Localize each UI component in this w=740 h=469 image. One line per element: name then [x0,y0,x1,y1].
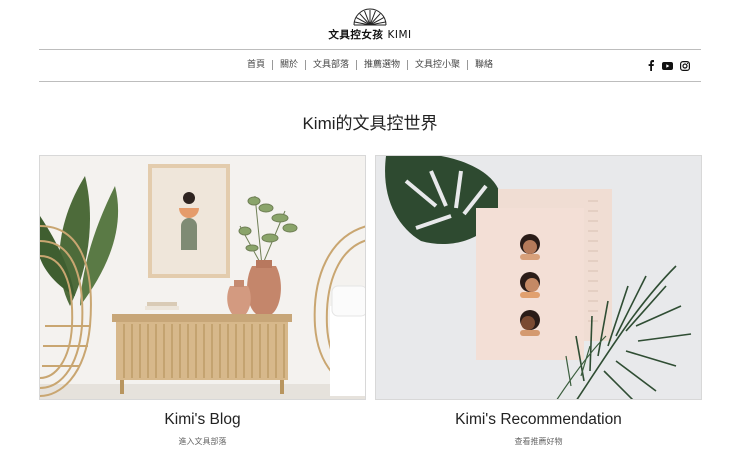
recommendation-card-link[interactable]: 查看推薦好物 [375,436,702,447]
header-divider-bottom [39,81,701,82]
nav-item-recommendations[interactable]: 推薦選物 [357,59,407,72]
page-title-latin: Kimi [302,114,336,133]
blog-card-title[interactable]: Kimi's Blog [39,411,366,429]
page-title: Kimi的文具控世界 [0,109,740,134]
blog-card-image[interactable] [39,155,366,400]
blog-card-link[interactable]: 進入文具部落 [39,436,366,447]
social-links [645,60,690,71]
main-nav: 首頁 關於 文具部落 推薦選物 文具控小聚 聯絡 [0,59,740,72]
instagram-icon[interactable] [679,60,690,71]
nav-item-contact[interactable]: 聯絡 [468,59,500,72]
site-logo[interactable]: 文具控女孩 KIMI [0,8,740,42]
site-logo-text: 文具控女孩 KIMI [0,27,740,42]
facebook-icon[interactable] [645,60,656,71]
nav-item-blog[interactable]: 文具部落 [306,59,356,72]
logo-latin: KIMI [387,29,412,41]
youtube-icon[interactable] [662,60,673,71]
page-title-cjk: 的文具控世界 [335,114,438,134]
nav-item-meetups[interactable]: 文具控小聚 [408,59,467,72]
recommendation-card-title[interactable]: Kimi's Recommendation [375,411,702,429]
header-divider-top [39,49,701,50]
recommendation-card-image[interactable] [375,155,702,400]
nav-item-about[interactable]: 關於 [273,59,305,72]
nav-item-home[interactable]: 首頁 [240,59,272,72]
logo-cjk: 文具控女孩 [328,29,384,41]
sunburst-logo-icon [353,8,387,26]
